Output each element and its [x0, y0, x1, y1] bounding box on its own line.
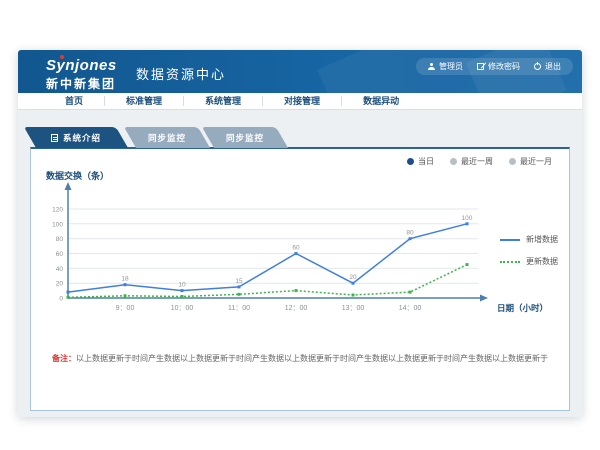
note-text: 以上数据更新于时间产生数据以上数据更新于时间产生数据以上数据更新于时间产生数据以… [76, 354, 548, 363]
legend-dotted-line-icon [500, 261, 520, 263]
data-label: 60 [292, 245, 300, 252]
data-point [124, 283, 127, 286]
x-tick-label: 14：00 [399, 305, 422, 312]
data-point [409, 291, 412, 294]
y-tick-label: 100 [52, 221, 63, 228]
tab-label: 同步监控 [226, 132, 264, 144]
y-axis-arrow [65, 182, 72, 190]
change-password-label: 修改密码 [488, 61, 520, 72]
user-icon [428, 63, 435, 70]
logo-text-cn: 新中新集团 [46, 75, 117, 92]
data-label: 18 [121, 276, 129, 283]
x-tick-label: 11：00 [228, 305, 250, 312]
y-tick-label: 20 [56, 281, 64, 288]
line-chart: 0 20 40 60 80 100 120 9：00 10：00 11：00 12：00 13：00 1… [30, 166, 570, 336]
chart-legend: 新增数据 更新数据 [500, 234, 558, 278]
x-tick-label: 10：00 [171, 305, 194, 312]
nav-item-interface-mgmt[interactable]: 对接管理 [263, 96, 342, 106]
y-tick-label: 80 [56, 236, 64, 243]
tab-label: 同步监控 [148, 132, 186, 144]
data-label: 100 [462, 215, 473, 222]
x-tick-label: 12：00 [285, 305, 308, 312]
x-tick-label: 9：00 [116, 305, 135, 312]
note-label: 备注： [52, 354, 76, 363]
logo-text-en: Synjones [46, 57, 117, 74]
logo-red-dot-icon [60, 55, 64, 59]
radio-dot-icon [407, 158, 414, 165]
main-nav: 首页 标准管理 系统管理 对接管理 数据异动 [18, 93, 582, 110]
data-point [295, 252, 298, 255]
data-point [295, 289, 298, 292]
app-header: Synjones 新中新集团 数据资源中心 管理员 修改密码 退出 [18, 50, 582, 93]
data-point [238, 285, 241, 288]
tab-label: 系统介绍 [63, 132, 101, 144]
legend-solid-line-icon [500, 239, 520, 241]
data-point [67, 291, 70, 294]
data-point [352, 282, 355, 285]
tab-sync-monitor-2[interactable]: 同步监控 [208, 127, 282, 148]
user-menu[interactable]: 管理员 [428, 61, 463, 72]
y-tick-label: 0 [59, 296, 63, 303]
data-point [409, 237, 412, 240]
radio-dot-icon [509, 158, 516, 165]
y-axis-title: 数据交换（条） [46, 169, 109, 182]
data-point [124, 294, 127, 297]
nav-item-system-mgmt[interactable]: 系统管理 [184, 96, 263, 106]
document-icon [51, 134, 58, 142]
data-point [181, 295, 184, 298]
time-range-filter: 当日 最近一周 最近一月 [407, 156, 552, 167]
legend-item-new-data: 新增数据 [500, 234, 558, 245]
legend-label: 更新数据 [526, 256, 558, 267]
tab-sync-monitor-1[interactable]: 同步监控 [130, 127, 204, 148]
logout-button[interactable]: 退出 [534, 61, 561, 72]
radio-label: 最近一月 [520, 156, 552, 167]
user-name: 管理员 [439, 61, 463, 72]
data-label: 10 [178, 282, 186, 289]
data-label: 80 [406, 230, 414, 237]
data-point [238, 293, 241, 296]
y-tick-label: 40 [56, 266, 64, 273]
x-tick-label: 13：00 [342, 305, 365, 312]
radio-today[interactable]: 当日 [407, 156, 434, 167]
nav-item-data-change[interactable]: 数据异动 [342, 96, 420, 106]
y-tick-label: 60 [56, 251, 64, 258]
x-axis-title: 日期（小时） [497, 302, 548, 314]
footer-note: 备注：以上数据更新于时间产生数据以上数据更新于时间产生数据以上数据更新于时间产生… [30, 353, 570, 364]
user-toolbar: 管理员 修改密码 退出 [416, 58, 573, 75]
page-title: 数据资源中心 [136, 64, 226, 83]
data-label: 20 [349, 274, 357, 281]
radio-label: 当日 [418, 156, 434, 167]
data-point [181, 289, 184, 292]
radio-last-week[interactable]: 最近一周 [450, 156, 493, 167]
x-axis-arrow [480, 295, 488, 302]
data-point [466, 222, 469, 225]
edit-icon [477, 63, 484, 70]
data-point [67, 296, 70, 299]
radio-dot-icon [450, 158, 457, 165]
app-window: Synjones 新中新集团 数据资源中心 管理员 修改密码 退出 首页 标准管… [18, 50, 582, 417]
legend-item-update-data: 更新数据 [500, 256, 558, 267]
radio-label: 最近一周 [461, 156, 493, 167]
power-icon [534, 63, 541, 70]
change-password-button[interactable]: 修改密码 [477, 61, 520, 72]
company-logo: Synjones 新中新集团 [46, 57, 117, 92]
radio-last-month[interactable]: 最近一月 [509, 156, 552, 167]
data-point [466, 263, 469, 266]
tab-system-intro[interactable]: 系统介绍 [30, 127, 122, 148]
legend-label: 新增数据 [526, 234, 558, 245]
nav-item-home[interactable]: 首页 [44, 96, 105, 106]
data-label: 15 [235, 278, 243, 285]
logout-label: 退出 [545, 61, 561, 72]
y-tick-label: 120 [52, 207, 63, 214]
nav-item-standard-mgmt[interactable]: 标准管理 [105, 96, 184, 106]
data-point [352, 294, 355, 297]
